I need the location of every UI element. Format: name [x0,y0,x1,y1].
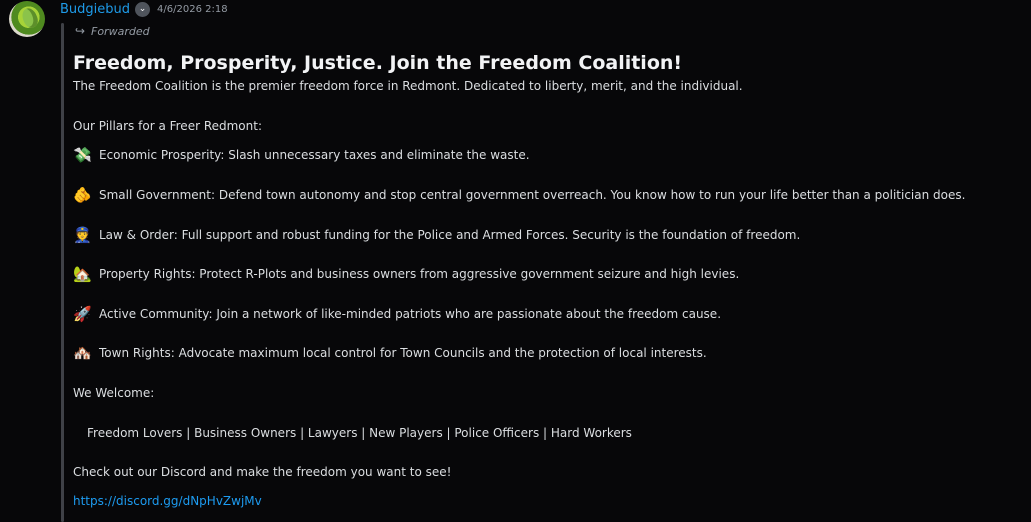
forwarded-label: ↪ Forwarded [75,21,150,41]
forward-arrow-icon: ↪ [75,24,86,38]
author-username[interactable]: Budgiebud [60,2,130,17]
pointing-hand-icon: 🫵 [73,185,92,204]
welcome-list: Freedom Lovers | Business Owners | Lawye… [73,413,1023,453]
pillar-text: Law & Order: Full support and robust fun… [99,227,801,242]
intro-text: The Freedom Coalition is the premier fre… [73,79,743,93]
forwarded-label-text: Forwarded [91,24,150,38]
money-with-wings-icon: 💸 [73,146,92,165]
chevron-down-icon[interactable]: ⌄ [135,1,151,17]
rocket-icon: 🚀 [73,304,92,323]
pillar-small-government: 🫵 Small Government: Defend town autonomy… [73,175,1023,215]
pillar-text: Active Community: Join a network of like… [99,306,722,321]
welcome-heading: We Welcome: [73,385,155,400]
forwarded-chat-message: Budgiebud ⌄ 4/6/2026 2:18 ↪ Forwarded Fr… [0,0,1031,522]
pillar-property-rights: 🏡 Property Rights: Protect R-Plots and b… [73,254,1023,294]
message-headline: Freedom, Prosperity, Justice. Join the F… [73,52,683,74]
pillar-text: Property Rights: Protect R-Plots and bus… [99,267,740,282]
pillars-heading: Our Pillars for a Freer Redmont: [73,118,263,133]
pillar-text: Economic Prosperity: Slash unnecessary t… [99,148,530,163]
message-timestamp: 4/6/2026 2:18 [157,3,228,15]
police-officer-icon: 👮 [73,225,92,244]
pillar-economic-prosperity: 💸 Economic Prosperity: Slash unnecessary… [73,136,1023,176]
houses-icon: 🏘️ [73,344,92,363]
message-header: Budgiebud ⌄ 4/6/2026 2:18 [60,0,228,18]
house-with-garden-icon: 🏡 [73,265,92,284]
discord-invite-link[interactable]: https://discord.gg/dNpHvZwjMv [73,494,262,508]
pillar-text: Small Government: Defend town autonomy a… [99,187,966,202]
pillar-law-and-order: 👮 Law & Order: Full support and robust f… [73,215,1023,255]
user-avatar[interactable] [9,1,45,37]
welcome-list-text: Freedom Lovers | Business Owners | Lawye… [87,425,632,440]
pillar-active-community: 🚀 Active Community: Join a network of li… [73,294,1023,334]
forwarded-message-bar [61,23,64,522]
discord-link-row: https://discord.gg/dNpHvZwjMv [73,492,1023,511]
forwarded-message-content: Freedom, Prosperity, Justice. Join the F… [73,50,1023,511]
pillar-town-rights: 🏘️ Town Rights: Advocate maximum local c… [73,334,1023,374]
empty-line [73,96,1023,116]
budgie-avatar-icon [19,6,41,30]
call-to-action: Check out our Discord and make the freed… [73,465,452,480]
pillar-text: Town Rights: Advocate maximum local cont… [99,346,707,361]
